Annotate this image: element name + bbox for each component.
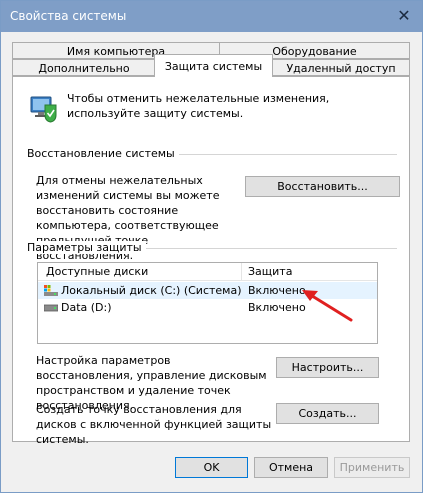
window-title: Свойства системы [10,9,127,23]
restore-group-title: Восстановление системы [27,147,179,160]
system-drive-icon [44,285,58,296]
tab-remote[interactable]: Удаленный доступ [272,59,410,76]
column-available-drives[interactable]: Доступные диски [46,265,148,278]
drive-name: Локальный диск (C:) (Система) [61,284,242,297]
system-properties-window: Свойства системы ✕ Имя компьютера Оборуд… [0,0,423,493]
tab-system-protection[interactable]: Защита системы [154,54,273,77]
create-description: Создать точку восстановления для дисков … [36,403,272,446]
title-bar[interactable]: Свойства системы ✕ [1,1,422,32]
tab-advanced[interactable]: Дополнительно [12,59,156,76]
annotation-arrow-icon [302,290,353,322]
configure-button[interactable]: Настроить... [276,357,379,378]
drive-icon [44,304,58,312]
ok-button[interactable]: OK [175,457,248,478]
cancel-button[interactable]: Отмена [254,457,328,478]
drive-status: Включено [248,284,306,297]
create-button[interactable]: Создать... [276,403,379,424]
list-header: Доступные диски Защита [38,263,377,281]
close-icon[interactable]: ✕ [394,5,414,27]
drive-name: Data (D:) [61,301,112,314]
restore-button[interactable]: Восстановить... [245,176,400,197]
drive-status: Включено [248,301,306,314]
column-separator[interactable] [241,263,242,280]
system-protection-icon [30,96,57,123]
protection-group-title: Параметры защиты [27,241,146,254]
column-protection[interactable]: Защита [248,265,292,278]
apply-button[interactable]: Применить [334,457,410,478]
intro-text: Чтобы отменить нежелательные изменения, … [67,92,330,120]
